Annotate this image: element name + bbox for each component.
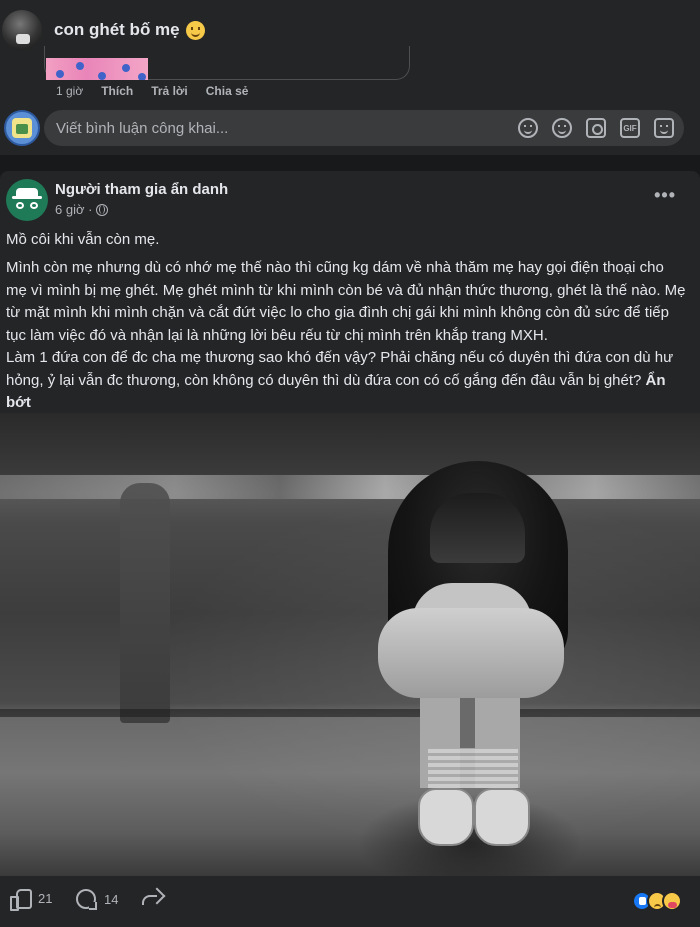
reaction-summary[interactable] xyxy=(632,891,682,911)
comment-input[interactable] xyxy=(56,110,496,146)
camera-icon[interactable] xyxy=(586,118,606,138)
comment-reply-link[interactable]: Trả lời xyxy=(151,84,188,98)
reply-row: GIF xyxy=(4,110,684,146)
comment-button[interactable]: 14 xyxy=(76,889,119,910)
comment-time[interactable]: 1 giờ xyxy=(56,84,83,98)
comment-section: con ghét bố mẹ 1 giờ Thích Trả lời Chia … xyxy=(0,0,700,155)
comment-actions: 1 giờ Thích Trả lời Chia sẻ xyxy=(56,84,248,98)
comment-text: con ghét bố mẹ xyxy=(54,20,180,39)
comment-like-link[interactable]: Thích xyxy=(101,84,133,98)
thumbs-up-icon xyxy=(10,889,32,911)
post-author[interactable]: Người tham gia ẩn danh xyxy=(55,181,228,198)
comment-count: 14 xyxy=(104,891,119,907)
comment-icon xyxy=(76,889,97,910)
care-reaction-icon xyxy=(662,891,682,911)
smile-emoji-icon xyxy=(185,20,205,40)
share-icon xyxy=(142,889,162,905)
post-body: Mình còn mẹ nhưng dù có nhớ mẹ thế nào t… xyxy=(6,257,686,415)
globe-icon xyxy=(96,203,109,216)
post-time[interactable]: 6 giờ · xyxy=(55,202,92,217)
post-card: Người tham gia ẩn danh 6 giờ · ••• Mồ cô… xyxy=(0,171,700,927)
sticker-icon[interactable] xyxy=(654,118,674,138)
gif-icon[interactable]: GIF xyxy=(620,118,640,138)
comment-tools: GIF xyxy=(518,118,674,138)
more-options-button[interactable]: ••• xyxy=(654,185,676,206)
like-button[interactable]: 21 xyxy=(10,889,53,911)
post-photo[interactable] xyxy=(0,413,700,876)
comment-sticker-image[interactable] xyxy=(46,58,148,80)
anonymous-avatar-icon[interactable] xyxy=(6,179,48,221)
post-footer: 21 14 xyxy=(0,883,700,919)
post-meta: 6 giờ · xyxy=(55,202,109,217)
commenter-avatar[interactable] xyxy=(2,10,42,50)
avatar-sticker-icon[interactable] xyxy=(518,118,538,138)
comment-bubble: con ghét bố mẹ xyxy=(54,20,205,40)
current-user-avatar[interactable] xyxy=(4,110,40,146)
emoji-picker-icon[interactable] xyxy=(552,118,572,138)
comment-share-link[interactable]: Chia sẻ xyxy=(206,84,249,98)
like-count: 21 xyxy=(38,890,53,906)
share-button[interactable] xyxy=(142,889,162,905)
post-paragraph: Mình còn mẹ nhưng dù có nhớ mẹ thế nào t… xyxy=(6,259,686,344)
comment-input-box[interactable]: GIF xyxy=(44,110,684,146)
post-paragraph-2: Làm 1 đứa con để đc cha mẹ thương sao kh… xyxy=(6,349,674,411)
post-title: Mồ côi khi vẫn còn mẹ. xyxy=(6,231,160,248)
